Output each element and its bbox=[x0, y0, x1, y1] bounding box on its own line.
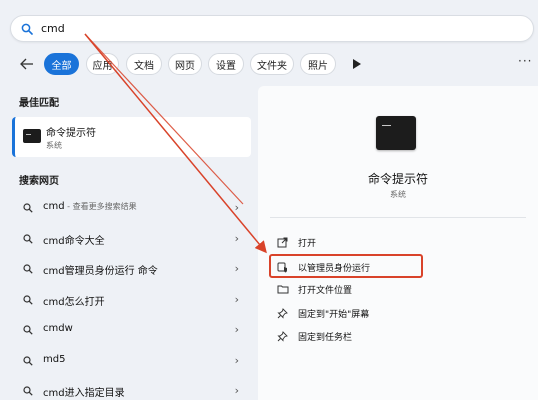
back-button[interactable] bbox=[18, 56, 36, 72]
web-result-text: cmd - 查看更多搜索结果 bbox=[43, 201, 137, 212]
web-result-item[interactable]: cmd进入指定目录 › bbox=[18, 381, 243, 400]
open-action-label: 打开 bbox=[298, 239, 317, 249]
details-pane: 命令提示符 系统 打开 以管理员身份运行 打开文件位置 固定到"开始"屏幕 固定… bbox=[258, 86, 538, 400]
open-file-location-label: 打开文件位置 bbox=[298, 286, 353, 296]
open-action[interactable]: 打开 bbox=[272, 232, 522, 252]
filter-photos[interactable]: 照片 bbox=[300, 53, 336, 75]
search-icon bbox=[21, 23, 33, 35]
more-options-icon[interactable]: ··· bbox=[518, 55, 534, 70]
search-icon bbox=[23, 356, 33, 366]
back-arrow-icon bbox=[20, 58, 33, 70]
web-result-text: cmdw bbox=[43, 323, 73, 334]
web-result-item[interactable]: md5 › bbox=[18, 351, 243, 371]
shield-icon bbox=[277, 262, 287, 273]
web-result-item[interactable]: cmd - 查看更多搜索结果 › bbox=[18, 198, 243, 218]
search-icon bbox=[23, 203, 33, 213]
search-icon bbox=[23, 386, 33, 396]
chevron-right-icon: › bbox=[234, 262, 239, 275]
filter-documents[interactable]: 文档 bbox=[126, 53, 162, 75]
chevron-right-icon: › bbox=[234, 384, 239, 397]
command-prompt-icon bbox=[376, 116, 416, 150]
filter-settings[interactable]: 设置 bbox=[208, 53, 244, 75]
run-as-admin-label: 以管理员身份运行 bbox=[298, 264, 371, 274]
web-result-text: cmd怎么打开 bbox=[43, 297, 105, 308]
filter-web[interactable]: 网页 bbox=[168, 53, 202, 75]
chevron-right-icon: › bbox=[234, 201, 239, 214]
search-bar[interactable] bbox=[10, 15, 534, 42]
chevron-right-icon: › bbox=[234, 293, 239, 306]
web-result-item[interactable]: cmdw › bbox=[18, 320, 243, 340]
search-icon bbox=[23, 234, 33, 244]
divider bbox=[270, 217, 526, 218]
pin-to-taskbar-label: 固定到任务栏 bbox=[298, 333, 353, 343]
open-icon bbox=[277, 237, 288, 248]
web-result-text: md5 bbox=[43, 354, 66, 365]
filter-row: 全部 应用 文档 网页 设置 文件夹 照片 ··· bbox=[0, 50, 538, 78]
chevron-right-icon: › bbox=[234, 323, 239, 336]
web-search-heading: 搜索网页 bbox=[19, 176, 59, 187]
web-result-text: cmd命令大全 bbox=[43, 236, 105, 247]
best-match-name: 命令提示符 bbox=[46, 128, 96, 139]
filter-all[interactable]: 全部 bbox=[44, 53, 79, 75]
pin-to-start-label: 固定到"开始"屏幕 bbox=[298, 310, 370, 320]
pin-icon bbox=[277, 308, 288, 319]
search-icon bbox=[23, 264, 33, 274]
filter-folders[interactable]: 文件夹 bbox=[250, 53, 294, 75]
search-icon bbox=[23, 325, 33, 335]
open-file-location-action[interactable]: 打开文件位置 bbox=[272, 279, 522, 299]
details-subtitle: 系统 bbox=[390, 190, 406, 199]
details-title: 命令提示符 bbox=[367, 172, 428, 186]
run-as-admin-action[interactable]: 以管理员身份运行 bbox=[269, 254, 423, 278]
filter-apps[interactable]: 应用 bbox=[86, 53, 119, 75]
web-result-text: cmd管理员身份运行 命令 bbox=[43, 266, 158, 277]
command-prompt-icon bbox=[23, 129, 41, 143]
web-result-text: cmd进入指定目录 bbox=[43, 388, 125, 399]
chevron-right-icon: › bbox=[234, 232, 239, 245]
pin-icon bbox=[277, 331, 288, 342]
search-icon bbox=[23, 295, 33, 305]
pin-to-taskbar-action[interactable]: 固定到任务栏 bbox=[272, 326, 522, 346]
pin-to-start-action[interactable]: 固定到"开始"屏幕 bbox=[272, 303, 522, 323]
best-match-heading: 最佳匹配 bbox=[19, 98, 59, 109]
best-match-result[interactable]: 命令提示符 系统 bbox=[12, 117, 251, 157]
chevron-right-icon: › bbox=[234, 354, 239, 367]
best-match-type: 系统 bbox=[46, 141, 62, 150]
web-result-item[interactable]: cmd怎么打开 › bbox=[18, 290, 243, 310]
web-result-item[interactable]: cmd命令大全 › bbox=[18, 229, 243, 249]
search-input[interactable] bbox=[41, 22, 481, 35]
web-result-item[interactable]: cmd管理员身份运行 命令 › bbox=[18, 259, 243, 279]
folder-icon bbox=[277, 285, 289, 294]
play-icon[interactable] bbox=[352, 58, 362, 70]
